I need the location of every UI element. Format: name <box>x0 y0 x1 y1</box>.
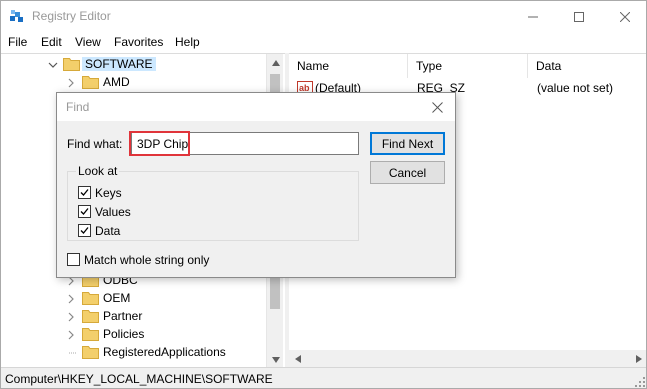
checkbox-unchecked-icon[interactable] <box>67 253 80 266</box>
registry-editor-icon <box>9 8 25 24</box>
cancel-button[interactable]: Cancel <box>370 161 445 184</box>
tree-item-label: OEM <box>103 291 131 305</box>
folder-icon <box>82 74 99 89</box>
tree-item-label: SOFTWARE <box>82 57 156 71</box>
value-data: (value not set) <box>537 81 614 95</box>
tree-item-registeredapplications[interactable]: RegisteredApplications <box>1 343 266 361</box>
tree-connector <box>66 347 76 357</box>
find-dialog: Find Find what: Find Next Cancel Look at… <box>56 92 456 278</box>
column-header-label: Type <box>416 59 443 73</box>
maximize-button[interactable] <box>556 1 602 32</box>
checkbox-checked-icon[interactable] <box>78 186 91 199</box>
close-button[interactable] <box>602 1 646 32</box>
tree-item-software[interactable]: SOFTWARE <box>1 55 266 73</box>
look-at-label: Look at <box>76 164 120 178</box>
tree-item-policies[interactable]: Policies <box>1 325 266 343</box>
tree-item-amd[interactable]: AMD <box>1 73 266 91</box>
checkbox-checked-icon[interactable] <box>78 224 91 237</box>
current-key-path: Computer\HKEY_LOCAL_MACHINE\SOFTWARE <box>5 372 273 386</box>
checkbox-label: Keys <box>95 186 122 200</box>
look-at-group: Look at Keys Values Data <box>67 164 359 241</box>
menu-bar: File Edit View Favorites Help <box>1 32 646 52</box>
chevron-down-icon[interactable] <box>48 59 58 69</box>
checkbox-label: Values <box>95 205 131 219</box>
window-title: Registry Editor <box>32 9 111 23</box>
find-what-label: Find what: <box>67 137 123 151</box>
folder-icon <box>63 56 80 71</box>
folder-icon <box>82 326 99 341</box>
dialog-close-icon[interactable] <box>427 97 447 117</box>
list-horizontal-scrollbar[interactable] <box>289 350 646 367</box>
chevron-right-icon[interactable] <box>66 329 76 340</box>
menu-file[interactable]: File <box>8 35 27 49</box>
chevron-right-icon[interactable] <box>66 311 76 322</box>
folder-icon <box>82 344 99 359</box>
dialog-title-bar[interactable]: Find <box>57 93 455 121</box>
title-bar[interactable]: Registry Editor <box>1 1 646 32</box>
checkbox-label: Data <box>95 224 121 238</box>
cancel-label: Cancel <box>388 165 427 180</box>
folder-icon <box>82 290 99 305</box>
tree-item-oem[interactable]: OEM <box>1 289 266 307</box>
menu-help[interactable]: Help <box>175 35 200 49</box>
menu-favorites[interactable]: Favorites <box>114 35 163 49</box>
folder-icon <box>82 308 99 323</box>
tree-item-label: Partner <box>103 309 143 323</box>
find-what-input[interactable] <box>131 132 359 155</box>
column-header-name[interactable]: Name <box>289 54 408 78</box>
tree-item-partner[interactable]: Partner <box>1 307 266 325</box>
status-bar: Computer\HKEY_LOCAL_MACHINE\SOFTWARE <box>1 367 646 388</box>
tree-item-label: AMD <box>103 75 130 89</box>
checkbox-checked-icon[interactable] <box>78 205 91 218</box>
menu-view[interactable]: View <box>75 35 101 49</box>
checkbox-label: Match whole string only <box>84 253 210 267</box>
column-header-label: Name <box>297 59 330 73</box>
scroll-right-icon[interactable] <box>630 350 646 367</box>
column-header-type[interactable]: Type <box>408 54 528 78</box>
chevron-right-icon[interactable] <box>66 77 76 88</box>
column-header-label: Data <box>536 59 562 73</box>
resize-grip-icon[interactable] <box>634 376 646 388</box>
chevron-right-icon[interactable] <box>66 293 76 304</box>
scroll-left-icon[interactable] <box>289 350 306 367</box>
registry-editor-window: Registry Editor File Edit View Favorites… <box>0 0 647 389</box>
dialog-title: Find <box>66 100 90 114</box>
scroll-down-icon[interactable] <box>267 351 284 367</box>
find-next-label: Find Next <box>381 136 434 151</box>
tree-item-label: Policies <box>103 327 145 341</box>
tree-item-label: RegisteredApplications <box>103 345 226 359</box>
find-next-button[interactable]: Find Next <box>370 132 445 155</box>
scroll-up-icon[interactable] <box>267 54 284 71</box>
column-header-data[interactable]: Data <box>528 54 646 78</box>
minimize-button[interactable] <box>510 1 556 32</box>
menu-edit[interactable]: Edit <box>41 35 62 49</box>
